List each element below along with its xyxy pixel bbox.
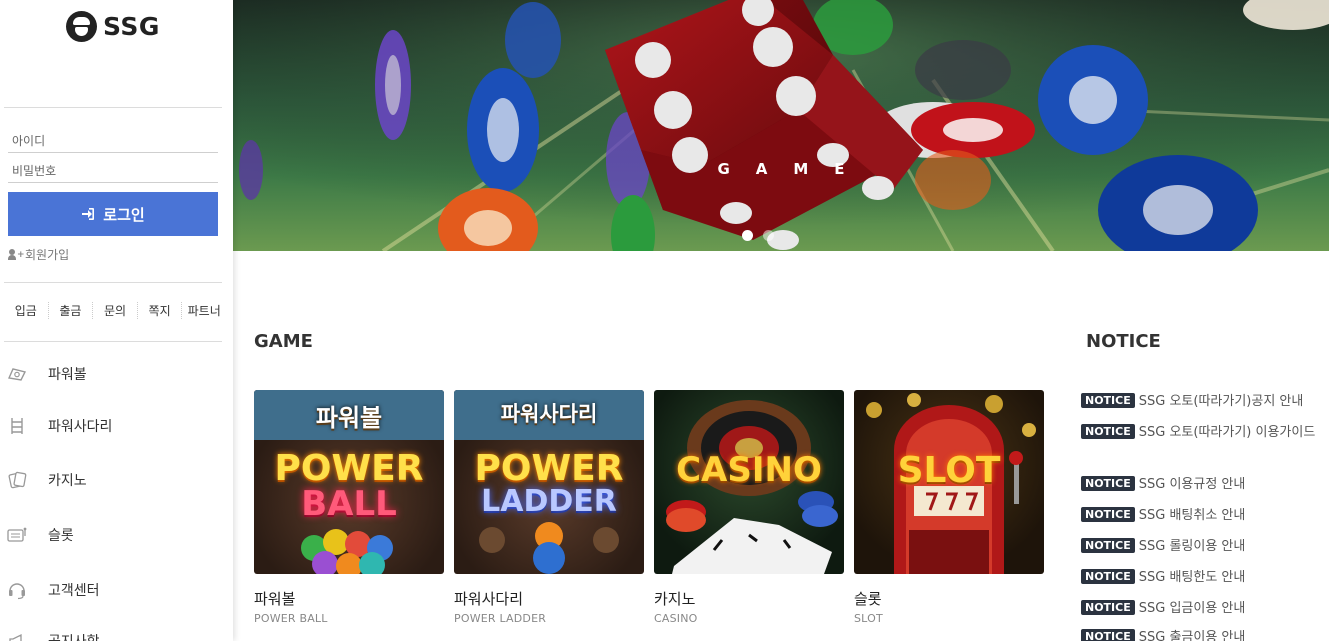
- logo[interactable]: SSG: [66, 10, 160, 42]
- sidebar-item-label: 슬롯: [48, 528, 74, 544]
- sidebar-item-notice[interactable]: 공지사항: [6, 630, 100, 641]
- logo-text: SSG: [103, 11, 160, 41]
- thumbnail-line-1: CASINO: [676, 450, 822, 490]
- game-card-powerball[interactable]: 파워볼 POWER BALL 파워볼 POWER BALL: [254, 390, 444, 625]
- game-card-powerladder[interactable]: 파워사다리 POWER LADDER 파워사다리 POWER LADDER: [454, 390, 644, 625]
- sidebar-item-powerladder[interactable]: 파워사다리: [6, 415, 112, 437]
- sidebar-item-slot[interactable]: 슬롯: [6, 524, 74, 546]
- sidebar: SSG 로그인 + 회원가입 입금 출금 문의 쪽지 파트너: [0, 0, 233, 641]
- ladder-icon: [6, 415, 28, 437]
- quick-link-partner[interactable]: 파트너: [181, 302, 226, 319]
- notice-item[interactable]: NOTICE SSG 오토(따라가기) 이용가이드: [1081, 423, 1326, 443]
- quick-links: 입금 출금 문의 쪽지 파트너: [4, 302, 226, 319]
- notice-text: SSG 이용규정 안내: [1138, 477, 1246, 492]
- sidebar-item-label: 카지노: [48, 473, 87, 489]
- notice-item[interactable]: NOTICE SSG 출금이용 안내: [1081, 628, 1326, 641]
- sidebar-item-label: 파워볼: [48, 367, 87, 383]
- cards-icon: [6, 469, 28, 491]
- hero-banner[interactable]: GAME: [233, 0, 1329, 251]
- sidebar-item-casino[interactable]: 카지노: [6, 469, 87, 491]
- login-button-label: 로그인: [103, 205, 145, 224]
- notice-badge: NOTICE: [1081, 600, 1135, 615]
- notice-text: SSG 입금이용 안내: [1138, 601, 1246, 616]
- quick-link-withdraw[interactable]: 출금: [47, 302, 93, 319]
- password-input[interactable]: [8, 159, 218, 183]
- thumbnail-title-kr: 파워볼: [315, 404, 383, 432]
- sidebar-item-powerball[interactable]: 파워볼: [6, 363, 87, 385]
- sidebar-item-label: 고객센터: [48, 583, 100, 599]
- notice-badge: NOTICE: [1081, 629, 1135, 641]
- game-section-title: GAME: [254, 331, 313, 352]
- game-thumbnail: SLOT: [854, 390, 1044, 574]
- notice-badge: NOTICE: [1081, 424, 1135, 439]
- thumbnail-line-2: BALL: [301, 484, 397, 524]
- notice-badge: NOTICE: [1081, 538, 1135, 553]
- game-subtitle: POWER LADDER: [454, 612, 547, 625]
- slot-icon: [6, 524, 28, 546]
- signup-link[interactable]: + 회원가입: [8, 246, 69, 263]
- logo-icon: [66, 10, 97, 42]
- notice-badge: NOTICE: [1081, 393, 1135, 408]
- game-name: 파워사다리: [454, 590, 524, 608]
- login-button[interactable]: 로그인: [8, 192, 218, 236]
- game-card-casino[interactable]: CASINO 카지노 CASINO: [654, 390, 844, 625]
- carousel-dot-1[interactable]: [742, 230, 753, 241]
- divider: [4, 282, 222, 283]
- notice-section-title: NOTICE: [1086, 331, 1161, 352]
- divider: [4, 107, 222, 108]
- notice-text: SSG 오토(따라가기)공지 안내: [1138, 394, 1304, 409]
- ball-icon: [6, 363, 28, 385]
- thumbnail-line-1: POWER: [274, 448, 424, 489]
- game-thumbnail: CASINO: [654, 390, 844, 574]
- id-input[interactable]: [8, 129, 218, 153]
- balls-illustration: [301, 529, 393, 574]
- quick-link-deposit[interactable]: 입금: [4, 302, 48, 319]
- game-name: 슬롯: [854, 590, 882, 608]
- ladder-illustration: [479, 522, 619, 574]
- notice-badge: NOTICE: [1081, 569, 1135, 584]
- sidebar-item-label: 공지사항: [48, 631, 100, 641]
- notice-item[interactable]: NOTICE SSG 배팅취소 안내: [1081, 506, 1326, 526]
- game-subtitle: CASINO: [654, 612, 698, 625]
- game-subtitle: SLOT: [854, 612, 883, 625]
- sidebar-item-support[interactable]: 고객센터: [6, 579, 100, 601]
- notice-item[interactable]: NOTICE SSG 롤링이용 안내: [1081, 537, 1326, 557]
- notice-item[interactable]: NOTICE SSG 이용규정 안내: [1081, 475, 1326, 495]
- notice-item[interactable]: NOTICE SSG 배팅한도 안내: [1081, 568, 1326, 588]
- app-root: SSG 로그인 + 회원가입 입금 출금 문의 쪽지 파트너: [0, 0, 1329, 641]
- notice-text: SSG 오토(따라가기) 이용가이드: [1138, 425, 1316, 440]
- thumbnail-title-kr: 파워사다리: [500, 402, 598, 426]
- game-card-slot[interactable]: SLOT 슬롯 SLOT: [854, 390, 1044, 625]
- thumbnail-line-1: SLOT: [897, 450, 1001, 491]
- notice-text: SSG 배팅한도 안내: [1138, 570, 1246, 585]
- game-subtitle: POWER BALL: [254, 612, 328, 625]
- notice-badge: NOTICE: [1081, 476, 1135, 491]
- sidebar-item-label: 파워사다리: [48, 419, 113, 435]
- notice-badge: NOTICE: [1081, 507, 1135, 522]
- sign-in-icon: [81, 207, 95, 221]
- megaphone-icon: [6, 630, 28, 641]
- notice-text: SSG 배팅취소 안내: [1138, 508, 1246, 523]
- carousel-dot-2[interactable]: [763, 230, 774, 241]
- quick-link-message[interactable]: 쪽지: [136, 302, 182, 319]
- game-thumbnail: 파워사다리 POWER LADDER: [454, 390, 644, 574]
- notice-item[interactable]: NOTICE SSG 오토(따라가기)공지 안내: [1081, 392, 1326, 412]
- banner-title: GAME: [717, 160, 871, 178]
- user-plus-icon: +: [8, 249, 25, 260]
- headset-icon: [6, 579, 28, 601]
- notice-text: SSG 출금이용 안내: [1138, 630, 1246, 641]
- divider: [4, 341, 222, 342]
- banner-artwork: [233, 0, 1329, 251]
- notice-text: SSG 롤링이용 안내: [1138, 539, 1246, 554]
- game-name: 파워볼: [254, 590, 296, 608]
- thumbnail-line-2: LADDER: [481, 484, 617, 519]
- game-thumbnail: 파워볼 POWER BALL: [254, 390, 444, 574]
- carousel-dots: [742, 230, 774, 241]
- signup-label: 회원가입: [25, 248, 70, 262]
- game-name: 카지노: [654, 590, 696, 608]
- quick-link-inquiry[interactable]: 문의: [92, 302, 137, 319]
- notice-item[interactable]: NOTICE SSG 입금이용 안내: [1081, 599, 1326, 619]
- thumbnail-line-1: POWER: [474, 448, 624, 489]
